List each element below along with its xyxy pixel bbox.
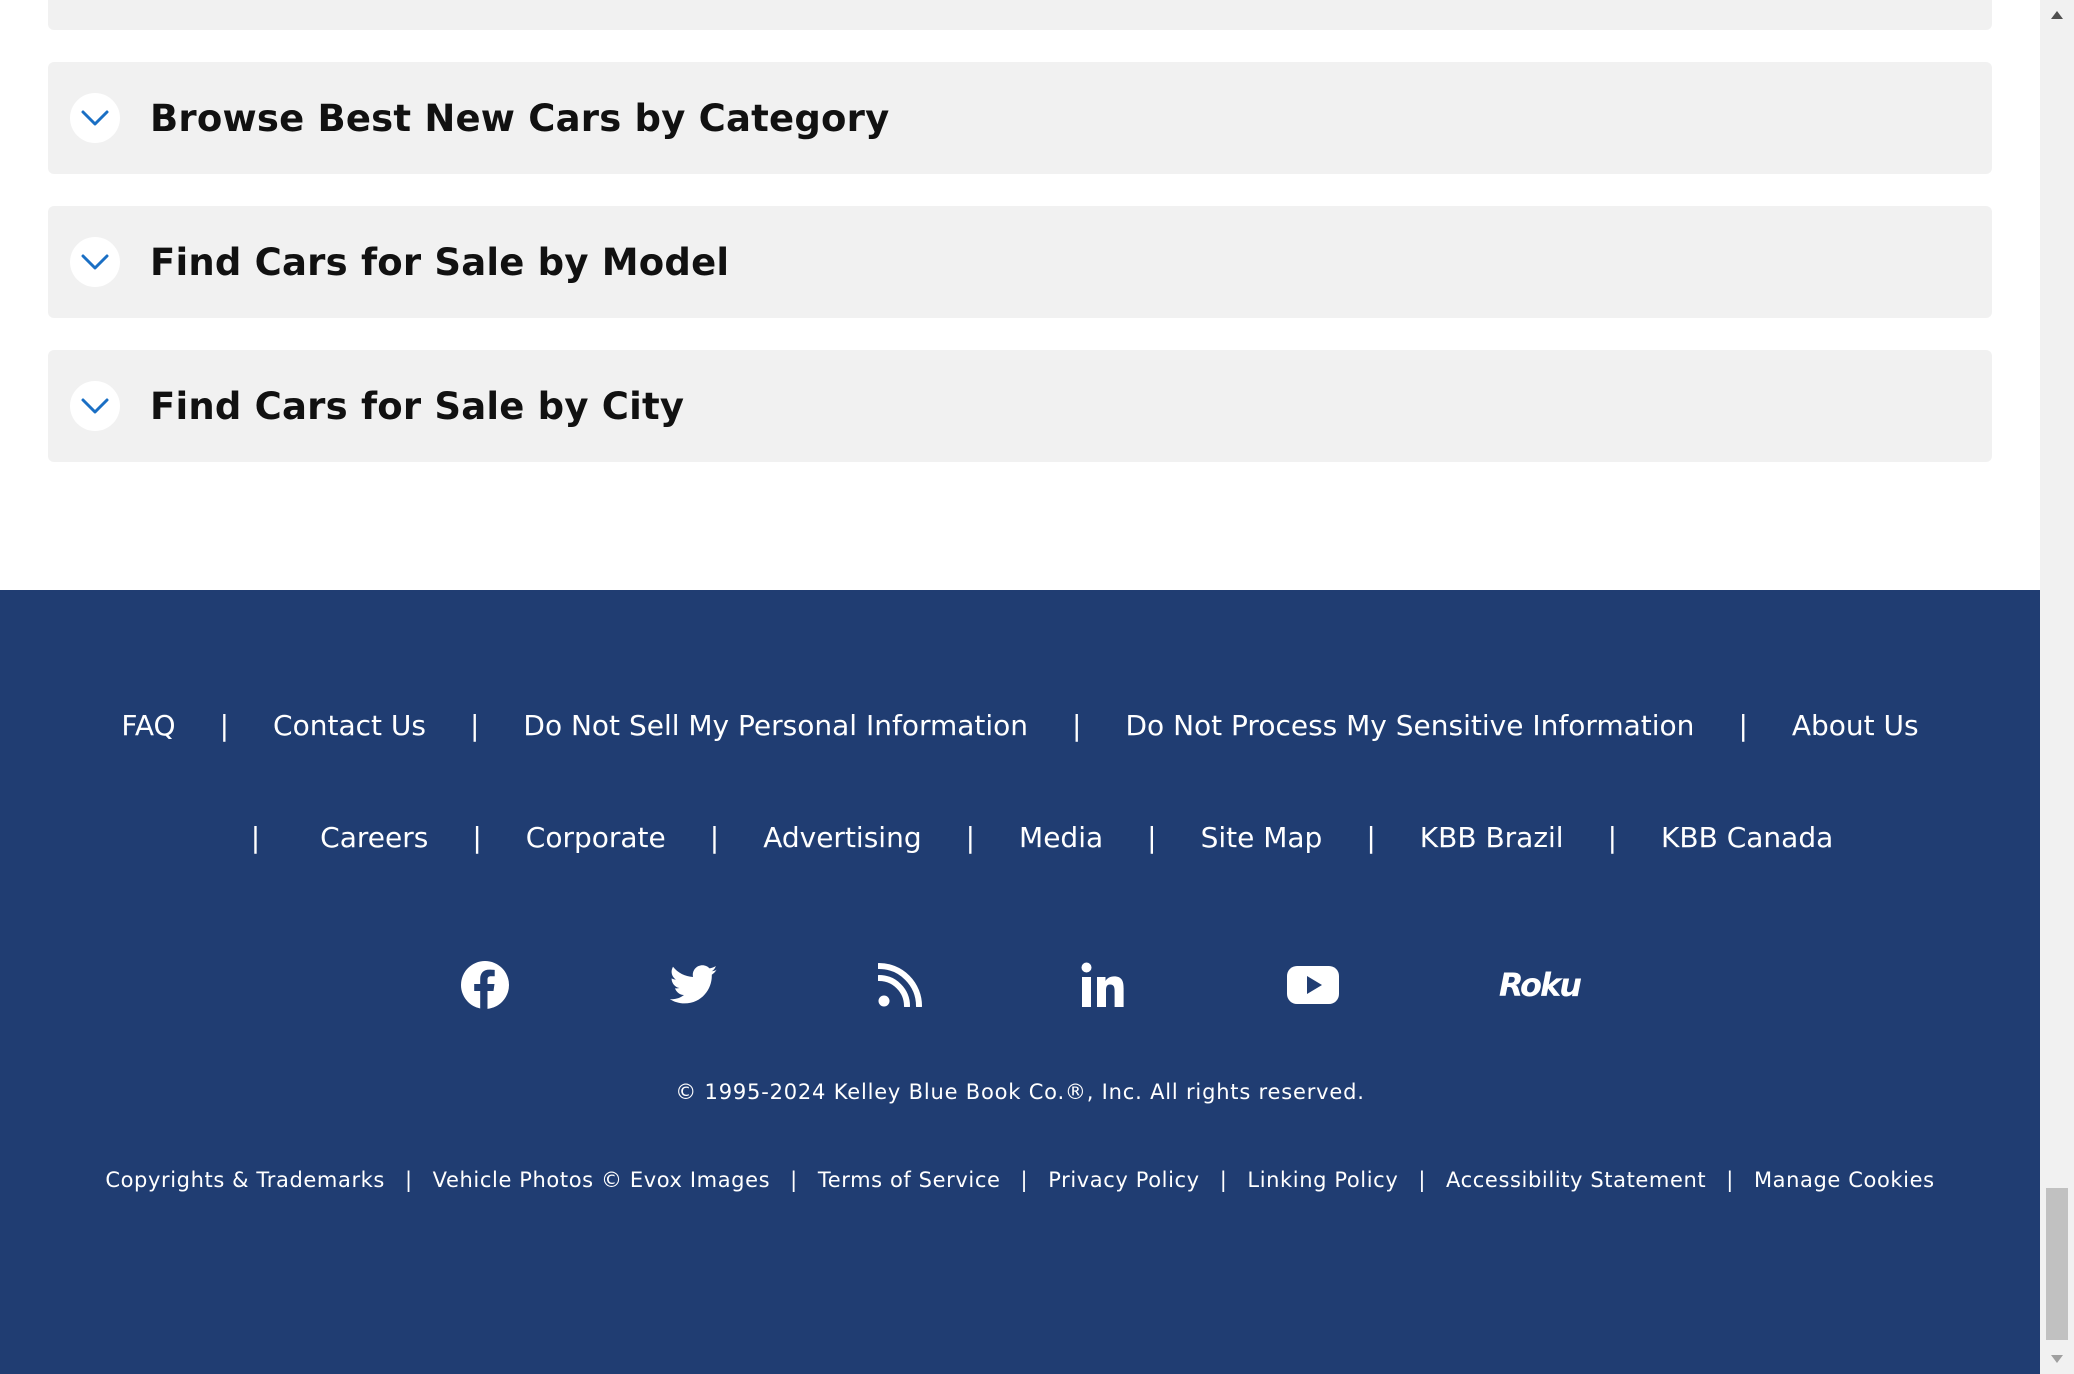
footer-link-media[interactable]: Media (1019, 821, 1103, 854)
separator: | (1219, 1168, 1228, 1192)
separator: | (250, 820, 261, 854)
accordion-find-by-city[interactable]: Find Cars for Sale by City (48, 350, 1992, 462)
accordion-title: Find Cars for Sale by Model (150, 240, 730, 284)
separator: | (472, 820, 482, 854)
footer-nav-secondary: | Careers | Corporate | Advertising | Me… (0, 812, 2040, 862)
footer-link-site-map[interactable]: Site Map (1201, 821, 1323, 854)
legal-link-vehicle-photos[interactable]: Vehicle Photos © Evox Images (433, 1168, 770, 1192)
youtube-icon[interactable] (1287, 955, 1340, 1015)
legal-link-copyrights[interactable]: Copyrights & Trademarks (105, 1168, 385, 1192)
separator: | (790, 1168, 798, 1192)
accordion-browse-by-category[interactable]: Browse Best New Cars by Category (48, 62, 1992, 174)
accordion-title: Find Cars for Sale by City (150, 384, 685, 428)
twitter-icon[interactable] (669, 955, 718, 1015)
chevron-down-icon[interactable] (70, 381, 120, 431)
separator: | (1418, 1168, 1427, 1192)
chevron-down-icon[interactable] (70, 237, 120, 287)
separator: | (1607, 820, 1618, 854)
footer-link-contact-us[interactable]: Contact Us (273, 709, 426, 742)
separator: | (404, 1168, 413, 1192)
linkedin-icon[interactable] (1081, 955, 1127, 1015)
footer-link-do-not-process[interactable]: Do Not Process My Sensitive Information (1125, 709, 1694, 742)
footer-link-do-not-sell[interactable]: Do Not Sell My Personal Information (523, 709, 1028, 742)
roku-logo-text: Roku (1498, 966, 1582, 1004)
footer-link-faq[interactable]: FAQ (121, 709, 175, 742)
legal-link-manage-cookies[interactable]: Manage Cookies (1754, 1168, 1935, 1192)
legal-link-linking[interactable]: Linking Policy (1247, 1168, 1398, 1192)
separator: | (469, 708, 480, 742)
footer-link-corporate[interactable]: Corporate (526, 821, 666, 854)
page-content: Browse Best New Cars by Category Find Ca… (0, 0, 2040, 1374)
rss-icon[interactable] (877, 955, 922, 1015)
separator: | (1738, 708, 1748, 742)
legal-links: Copyrights & Trademarks | Vehicle Photos… (0, 1168, 2040, 1192)
facebook-icon[interactable] (460, 955, 510, 1015)
scroll-down-arrow-icon[interactable] (2040, 1344, 2074, 1374)
footer-link-kbb-brazil[interactable]: KBB Brazil (1420, 821, 1564, 854)
legal-link-accessibility[interactable]: Accessibility Statement (1446, 1168, 1706, 1192)
footer-link-about-us[interactable]: About Us (1792, 709, 1919, 742)
footer-link-careers[interactable]: Careers (320, 821, 428, 854)
footer-link-kbb-canada[interactable]: KBB Canada (1661, 821, 1833, 854)
scroll-up-arrow-icon[interactable] (2040, 0, 2074, 30)
separator: | (1147, 820, 1157, 854)
legal-link-privacy[interactable]: Privacy Policy (1048, 1168, 1200, 1192)
separator: | (1072, 708, 1082, 742)
copyright-text: © 1995-2024 Kelley Blue Book Co.®, Inc. … (675, 1080, 1365, 1104)
social-links: Roku (460, 950, 1582, 1020)
separator: | (709, 820, 720, 854)
separator: | (965, 820, 976, 854)
footer-nav-primary: FAQ | Contact Us | Do Not Sell My Person… (0, 700, 2040, 750)
separator: | (1726, 1168, 1734, 1192)
site-footer: FAQ | Contact Us | Do Not Sell My Person… (0, 590, 2040, 1374)
roku-icon[interactable]: Roku (1498, 955, 1582, 1015)
footer-link-advertising[interactable]: Advertising (763, 821, 921, 854)
legal-link-terms[interactable]: Terms of Service (818, 1168, 1001, 1192)
scrollbar-thumb[interactable] (2046, 1188, 2068, 1340)
chevron-down-icon[interactable] (70, 93, 120, 143)
separator: | (1366, 820, 1376, 854)
separator: | (219, 708, 230, 742)
accordion-title: Browse Best New Cars by Category (150, 96, 890, 140)
accordion-find-by-model[interactable]: Find Cars for Sale by Model (48, 206, 1992, 318)
accordion-section-collapsed-top[interactable] (48, 0, 1992, 30)
separator: | (1020, 1168, 1029, 1192)
vertical-scrollbar[interactable] (2040, 0, 2074, 1374)
